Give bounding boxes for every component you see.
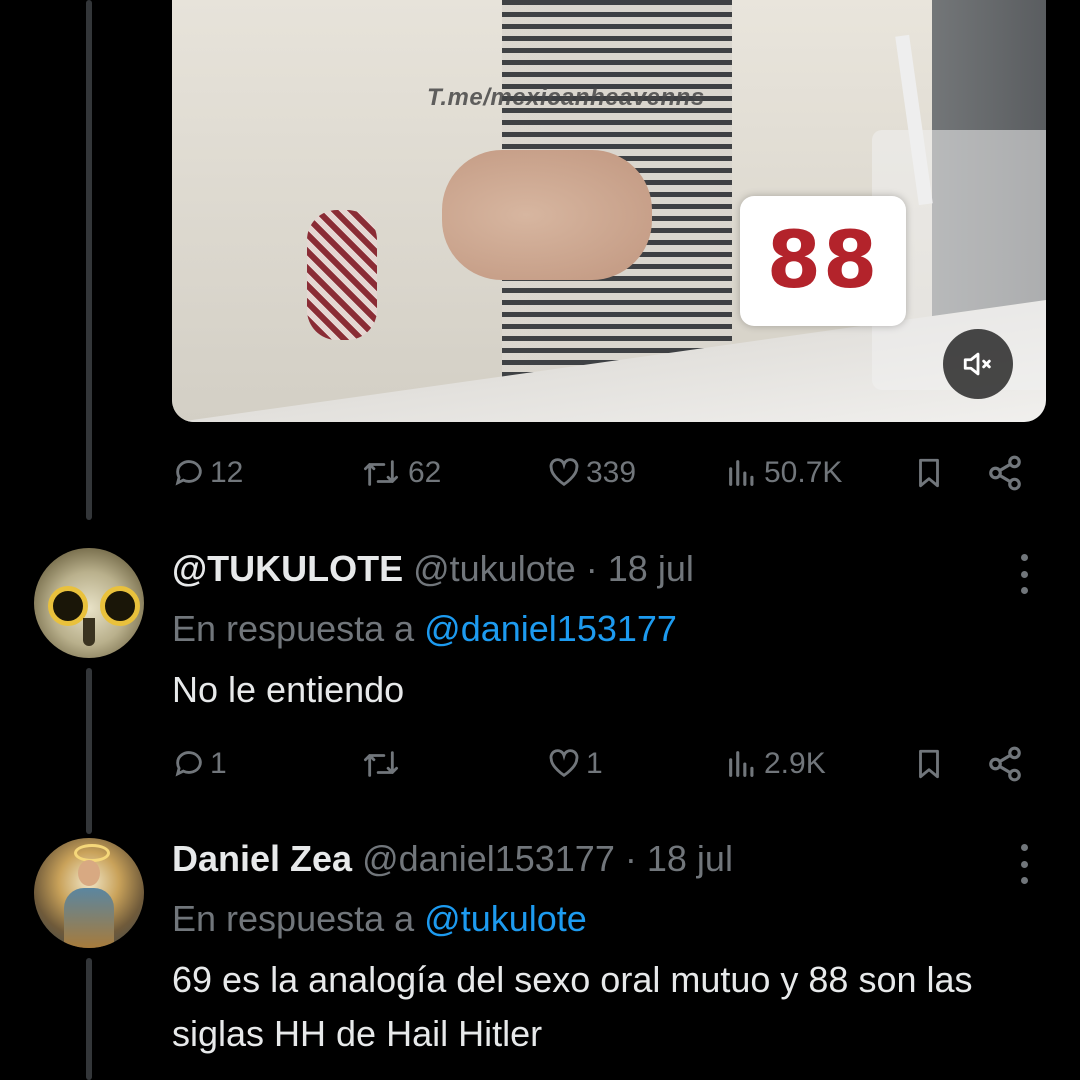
repost-button[interactable] bbox=[358, 742, 408, 786]
reply-button[interactable]: 1 bbox=[172, 742, 227, 786]
avatar-daniel-zea[interactable] bbox=[34, 838, 144, 948]
like-count: 339 bbox=[586, 456, 637, 489]
like-count: 1 bbox=[586, 747, 603, 780]
owl-beak bbox=[83, 618, 95, 646]
replying-to: En respuesta a @tukulote bbox=[172, 898, 587, 940]
reply-icon bbox=[175, 751, 202, 777]
post-date[interactable]: 18 jul bbox=[647, 838, 733, 879]
views-chart-icon bbox=[729, 460, 754, 486]
reply-button[interactable]: 12 bbox=[172, 451, 243, 495]
thread-line-top bbox=[86, 0, 92, 520]
share-icon bbox=[989, 746, 1021, 782]
share-button[interactable] bbox=[986, 451, 1024, 495]
thread-line-middle bbox=[86, 668, 92, 834]
more-dot-icon bbox=[1020, 860, 1028, 868]
reply-header: @TUKULOTE @tukulote · 18 jul bbox=[172, 548, 694, 590]
reply-count: 1 bbox=[210, 747, 227, 780]
display-name[interactable]: @TUKULOTE bbox=[172, 548, 403, 589]
reply-count: 12 bbox=[210, 456, 244, 489]
more-dot-icon bbox=[1020, 877, 1028, 884]
replying-to-mention[interactable]: @tukulote bbox=[424, 898, 587, 939]
views-count: 2.9K bbox=[764, 747, 826, 780]
owl-eye-right bbox=[100, 586, 140, 626]
reply-text: 69 es la analogía del sexo oral mutuo y … bbox=[172, 959, 973, 1054]
speaker-muted-icon bbox=[963, 352, 991, 376]
replying-to-mention[interactable]: @daniel153177 bbox=[424, 608, 677, 649]
share-button[interactable] bbox=[986, 742, 1024, 786]
bookmark-icon bbox=[919, 458, 939, 488]
repost-button[interactable]: 62 bbox=[358, 451, 441, 495]
views-button[interactable]: 50.7K bbox=[724, 451, 842, 495]
video-scene-hands bbox=[442, 150, 652, 280]
replying-to: En respuesta a @daniel153177 bbox=[172, 608, 677, 650]
more-options-button[interactable] bbox=[1014, 554, 1034, 594]
angel-face bbox=[78, 860, 100, 886]
share-icon bbox=[989, 455, 1021, 491]
number-badge-text: 88 bbox=[766, 216, 880, 306]
views-count: 50.7K bbox=[764, 456, 843, 489]
views-button[interactable]: 2.9K bbox=[724, 742, 826, 786]
like-button[interactable]: 339 bbox=[546, 451, 636, 495]
bookmark-button[interactable] bbox=[912, 451, 946, 495]
display-name[interactable]: Daniel Zea bbox=[172, 838, 352, 879]
repost-icon bbox=[364, 460, 398, 486]
more-dot-icon bbox=[1020, 844, 1028, 851]
views-chart-icon bbox=[729, 751, 754, 777]
separator-dot: · bbox=[624, 838, 637, 879]
post-date[interactable]: 18 jul bbox=[608, 548, 694, 589]
repost-count: 62 bbox=[408, 456, 442, 489]
video-watermark: T.me/mexicanheavenns bbox=[427, 84, 705, 111]
heart-icon bbox=[549, 458, 579, 487]
bookmark-button[interactable] bbox=[912, 742, 946, 786]
more-options-button[interactable] bbox=[1014, 844, 1034, 884]
number-badge: 88 bbox=[740, 196, 906, 326]
more-dot-icon bbox=[1020, 570, 1028, 578]
replying-to-prefix: En respuesta a bbox=[172, 898, 415, 939]
video-player[interactable]: T.me/mexicanheavenns 88 bbox=[172, 0, 1046, 422]
bookmark-icon bbox=[919, 749, 939, 779]
user-handle[interactable]: @tukulote bbox=[413, 548, 576, 589]
user-handle[interactable]: @daniel153177 bbox=[362, 838, 615, 879]
replying-to-prefix: En respuesta a bbox=[172, 608, 415, 649]
separator-dot: · bbox=[585, 548, 598, 589]
repost-icon bbox=[364, 751, 398, 777]
video-scene-scrunchie bbox=[307, 210, 377, 340]
more-dot-icon bbox=[1020, 587, 1028, 594]
thread-line-bottom bbox=[86, 958, 92, 1080]
reply-header: Daniel Zea @daniel153177 · 18 jul bbox=[172, 838, 733, 880]
more-dot-icon bbox=[1020, 554, 1028, 561]
reply-text: No le entiendo bbox=[172, 669, 405, 710]
heart-icon bbox=[549, 749, 579, 778]
like-button[interactable]: 1 bbox=[546, 742, 603, 786]
avatar-tukulote[interactable] bbox=[34, 548, 144, 658]
owl-eye-left bbox=[48, 586, 88, 626]
tweet-action-bar: 12 62 339 50.7K bbox=[172, 451, 1032, 495]
mute-button[interactable] bbox=[943, 329, 1013, 399]
angel-halo bbox=[74, 844, 110, 862]
reply-icon bbox=[175, 460, 202, 486]
angel-body bbox=[64, 888, 114, 948]
reply-action-bar: 1 1 2.9K bbox=[172, 742, 1032, 786]
